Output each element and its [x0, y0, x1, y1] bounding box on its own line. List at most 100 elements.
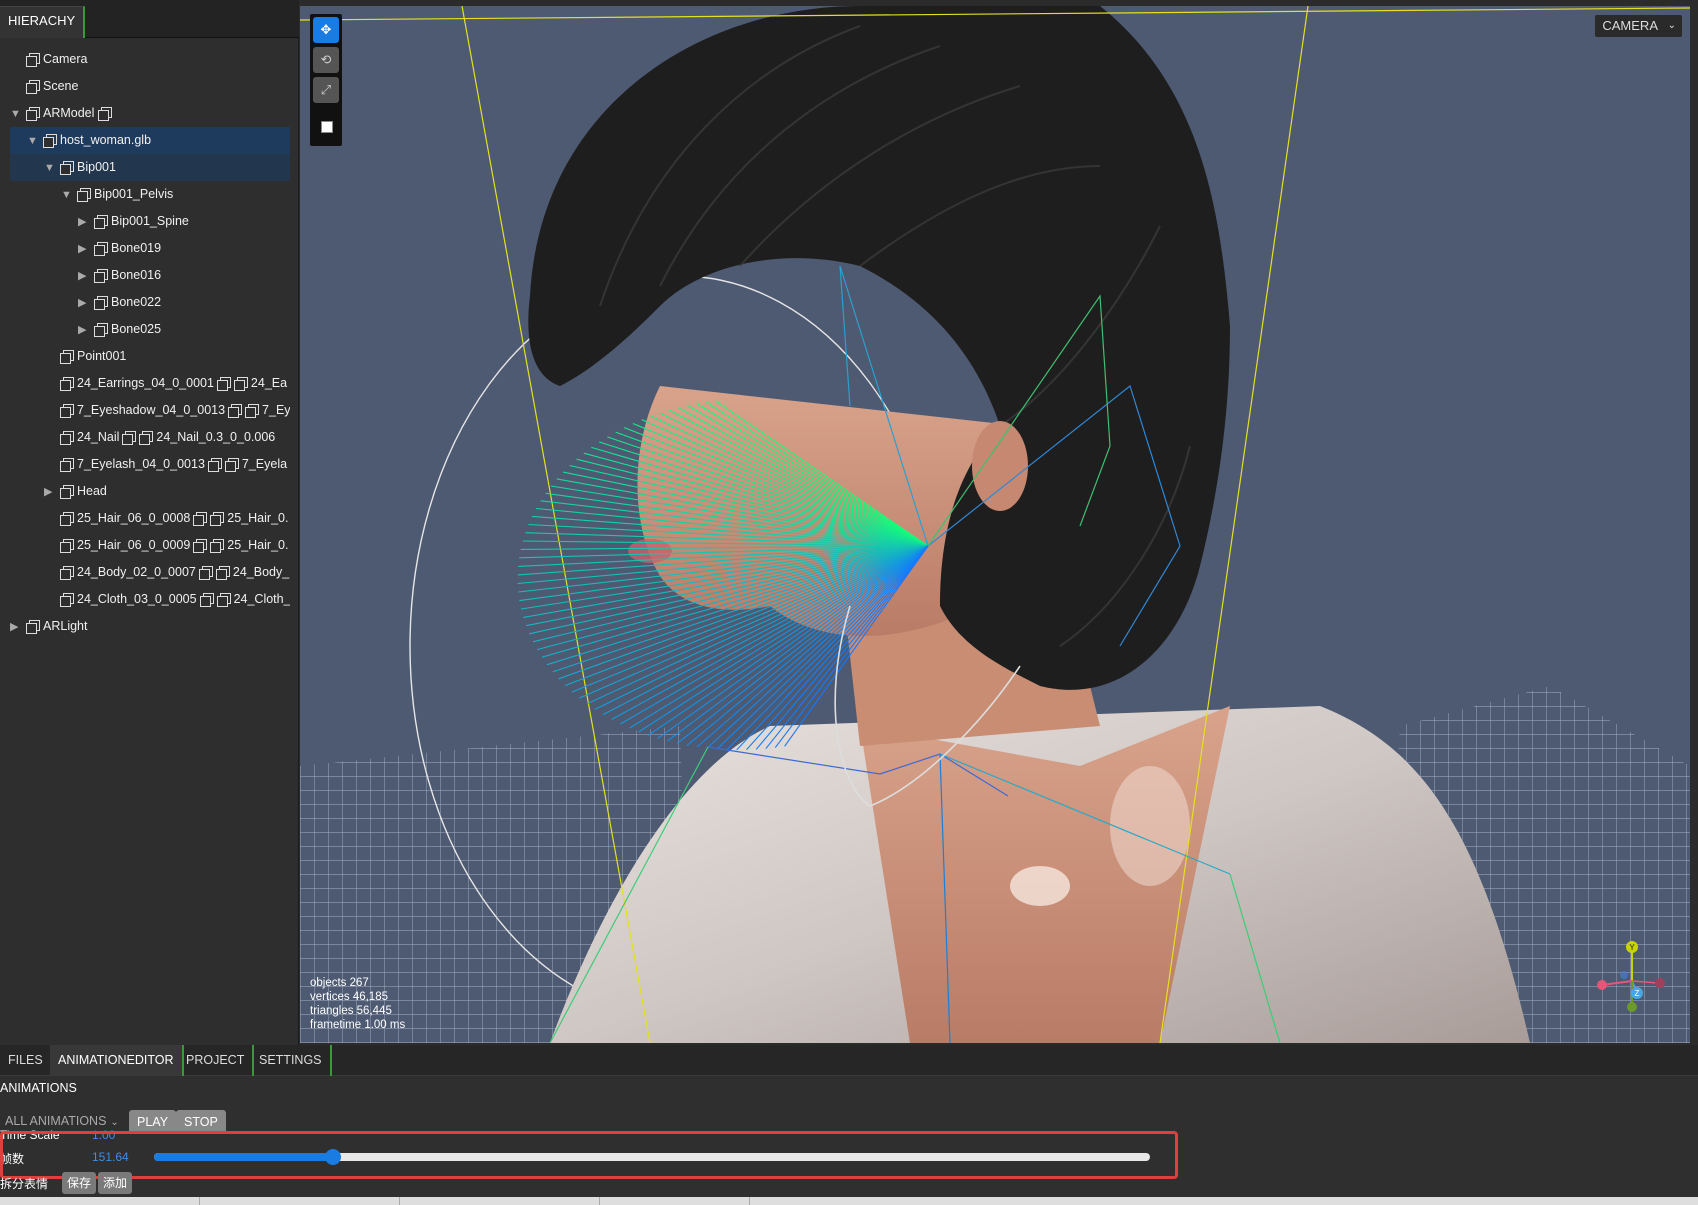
node-icon — [26, 619, 40, 634]
tree-item[interactable]: ▶ Bone019 — [10, 235, 290, 262]
tree-item-label: 24_Nail — [77, 430, 120, 444]
highlight-annotation — [0, 1131, 1178, 1179]
node-icon — [60, 511, 74, 526]
node-icon — [60, 160, 74, 175]
rotate-icon: ⟲ — [320, 52, 332, 67]
stat-objects: objects 267 — [310, 977, 369, 989]
tree-item[interactable]: 25_Hair_06_0_0008 25_Hair_0. — [10, 505, 290, 532]
collapse-arrow-icon[interactable]: ▶ — [78, 243, 94, 255]
tab-project[interactable]: PROJECT — [178, 1045, 255, 1076]
tree-item[interactable]: 25_Hair_06_0_0009 25_Hair_0. — [10, 532, 290, 559]
tree-item-label: ARLight — [43, 619, 88, 633]
axis-negx-handle[interactable] — [1655, 978, 1665, 988]
tree-item-label: host_woman.glb — [60, 133, 152, 147]
expand-arrow-icon[interactable]: ▼ — [44, 162, 60, 174]
viewport-3d[interactable]: ✥ ⟲ ⤢ CAMERA ⌄ objects 267 vertices 46,1… — [300, 6, 1690, 1043]
node-icon — [193, 511, 208, 526]
tree-item[interactable]: 24_Cloth_03_0_0005 24_Cloth_ — [10, 586, 290, 613]
collapse-arrow-icon[interactable]: ▶ — [78, 324, 94, 336]
tree-item-label: Bone022 — [111, 295, 162, 309]
axis-gizmo[interactable]: Y Z — [1592, 935, 1672, 1015]
tree-item[interactable]: 24_Body_02_0_0007 24_Body_ — [10, 559, 290, 586]
tree-item-label: 24_Cloth_03_0_0005 — [77, 592, 197, 606]
node-icon — [94, 241, 108, 256]
tree-item[interactable]: ▼ ARModel — [10, 100, 290, 127]
tree-item[interactable]: ▼ host_woman.glb — [10, 127, 290, 154]
node-icon — [60, 565, 74, 580]
scene-render[interactable] — [300, 6, 1690, 1043]
tree-item-label: Bone025 — [111, 322, 162, 336]
node-icon — [26, 106, 40, 121]
node-icon — [60, 592, 74, 607]
chevron-down-icon: ⌄ — [110, 1117, 119, 1128]
collapse-arrow-icon[interactable]: ▶ — [78, 297, 94, 309]
rotate-tool-button[interactable]: ⟲ — [313, 47, 339, 73]
split-expression-label: 拆分表情 — [0, 1177, 49, 1191]
tab-hierarchy[interactable]: HIERACHY — [0, 6, 86, 38]
tree-item[interactable]: ▶ Bone016 — [10, 262, 290, 289]
axis-x-handle[interactable] — [1597, 980, 1607, 990]
tree-item-label: Point001 — [77, 349, 127, 363]
node-icon — [199, 592, 214, 607]
node-icon — [210, 538, 225, 553]
chevron-down-icon: ⌄ — [1667, 20, 1676, 31]
tree-item-label: 7_Eyeshadow_04_0_0013 — [77, 403, 226, 417]
node-icon — [198, 565, 213, 580]
tree-item[interactable]: ▶ ARLight — [10, 613, 290, 640]
arrow-spacer — [10, 54, 26, 66]
axis-negy-handle[interactable] — [1627, 1002, 1637, 1012]
expand-arrow-icon[interactable]: ▼ — [27, 135, 43, 147]
node-icon — [94, 295, 108, 310]
arrow-spacer — [10, 81, 26, 93]
tree-item-label: 7_Eyelash_04_0_0013 — [77, 457, 205, 471]
tree-item[interactable]: ▶ Bone025 — [10, 316, 290, 343]
node-icon — [210, 511, 225, 526]
arrow-spacer — [44, 432, 60, 444]
collapse-arrow-icon[interactable]: ▶ — [10, 621, 26, 633]
arrow-spacer — [44, 567, 60, 579]
tree-item-label: ARModel — [43, 106, 95, 120]
tree-item[interactable]: ▼ Bip001 — [10, 154, 290, 181]
tree-item[interactable]: ▶ Head — [10, 478, 290, 505]
node-icon — [215, 565, 230, 580]
node-icon — [60, 484, 74, 499]
tree-item[interactable]: 24_Earrings_04_0_0001 24_Ea — [10, 370, 290, 397]
tab-settings[interactable]: SETTINGS — [251, 1045, 332, 1076]
node-icon — [193, 538, 208, 553]
tree-item-label: 25_Hair_06_0_0009 — [77, 538, 191, 552]
tree-item[interactable]: 24_Nail 24_Nail_0.3_0_0.006 — [10, 424, 290, 451]
collapse-arrow-icon[interactable]: ▶ — [44, 486, 60, 498]
tree-item[interactable]: ▶ Bip001_Spine — [10, 208, 290, 235]
tree-item[interactable]: Scene — [10, 73, 290, 100]
tree-item-label: Bone016 — [111, 268, 162, 282]
axis-z-label: Z — [1635, 989, 1640, 998]
tree-item[interactable]: 7_Eyeshadow_04_0_0013 7_Ey — [10, 397, 290, 424]
local-space-checkbox[interactable] — [321, 121, 333, 133]
tree-item[interactable]: ▼ Bip001_Pelvis — [10, 181, 290, 208]
tree-item-extra-label: 24_Body_ — [232, 565, 290, 579]
node-icon — [60, 457, 74, 472]
move-tool-button[interactable]: ✥ — [313, 17, 339, 43]
tree-item[interactable]: Point001 — [10, 343, 290, 370]
expand-arrow-icon[interactable]: ▼ — [10, 108, 26, 120]
collapse-arrow-icon[interactable]: ▶ — [78, 216, 94, 228]
expand-arrow-icon[interactable]: ▼ — [61, 189, 77, 201]
camera-select[interactable]: CAMERA ⌄ — [1595, 15, 1682, 37]
tab-animationeditor[interactable]: ANIMATIONEDITOR — [50, 1045, 184, 1076]
collapse-arrow-icon[interactable]: ▶ — [78, 270, 94, 282]
add-button[interactable]: 添加 — [98, 1172, 133, 1194]
app-window: HIERACHY Camera Scene ▼ ARModel ▼ host_woman.… — [0, 0, 1698, 1205]
render-stats: objects 267 vertices 46,185 triangles 56… — [310, 976, 405, 1032]
animations-title: ANIMATIONS — [0, 1081, 77, 1095]
tree-item[interactable]: 7_Eyelash_04_0_0013 7_Eyela — [10, 451, 290, 478]
arrow-spacer — [44, 378, 60, 390]
tree-item-label: Head — [77, 484, 107, 498]
tree-item[interactable]: ▶ Bone022 — [10, 289, 290, 316]
node-icon — [60, 538, 74, 553]
scale-tool-button[interactable]: ⤢ — [313, 77, 339, 103]
arrow-spacer — [44, 540, 60, 552]
save-button[interactable]: 保存 — [62, 1172, 97, 1194]
tab-files[interactable]: FILES — [0, 1045, 53, 1076]
tree-item[interactable]: Camera — [10, 46, 290, 73]
tree-item-extra-label: 24_Cloth_ — [233, 592, 290, 606]
